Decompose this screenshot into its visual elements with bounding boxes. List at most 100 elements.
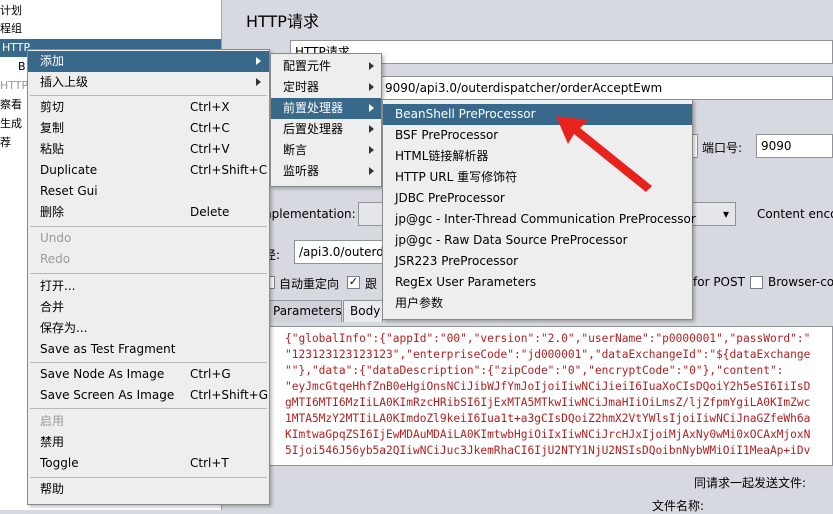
menu-item-copy[interactable]: 复制 Ctrl+C [28,118,269,139]
add-submenu: 配置元件 定时器 前置处理器 后置处理器 断言 监听器 [270,53,382,187]
send-files-label: 同请求一起发送文件: [694,476,807,490]
submenu-item-jsr223-preprocessor[interactable]: JSR223 PreProcessor [383,251,692,272]
tree-item-label: HTTP [0,79,29,92]
tree-item-plan[interactable]: 计划 [0,2,22,20]
menu-divider [30,362,267,363]
tab-parameters[interactable]: Parameters [266,300,342,322]
tree-item-label: 荐 [0,136,11,149]
menu-item-label: 帮助 [40,482,65,496]
body-data-editor[interactable]: {"globalInfo":{"appId":"00","version":"2… [268,326,833,466]
submenu-arrow-icon [256,78,261,86]
tree-item-generate[interactable]: 生成 [0,115,22,133]
menu-shortcut: Ctrl+V [190,142,230,156]
menu-item-duplicate[interactable]: Duplicate Ctrl+Shift+C [28,160,269,181]
submenu-item-postprocessor[interactable]: 后置处理器 [271,119,381,140]
menu-item-save-as[interactable]: 保存为... [28,318,269,339]
menu-divider [30,477,267,478]
submenu-item-preprocessor[interactable]: 前置处理器 [271,98,381,119]
port-field[interactable]: 9090 [756,134,833,158]
code-line: ""},"data":{"dataDescription":{"zipCode"… [285,364,784,377]
menu-item-cut[interactable]: 剪切 Ctrl+X [28,97,269,118]
submenu-item-listener[interactable]: 监听器 [271,161,381,182]
menu-shortcut: Ctrl+G [190,367,231,381]
tree-item-beanshell[interactable]: B [18,58,26,76]
annotation-arrow-icon [556,116,652,192]
menu-item-open[interactable]: 打开... [28,276,269,297]
submenu-arrow-icon [369,62,374,70]
menu-item-save-test-fragment[interactable]: Save as Test Fragment [28,339,269,360]
menu-item-label: 复制 [40,121,65,135]
menu-item-label: 添加 [40,54,65,68]
menu-item-label: 禁用 [40,435,65,449]
tree-item-label: 察看 [0,98,22,111]
tree-item-view-results[interactable]: 察看 [0,96,22,114]
submenu-arrow-icon [256,57,261,65]
menu-item-add[interactable]: 添加 [28,51,269,72]
menu-item-label: jp@gc - Inter-Thread Communication PrePr… [395,212,696,226]
menu-item-label: BSF PreProcessor [395,128,499,142]
tree-item-recommend[interactable]: 荐 [0,134,11,152]
tree-item-thread-group[interactable]: 程组 [0,20,22,38]
browser-compat-checkbox[interactable] [750,276,763,289]
menu-item-label: 保存为... [40,321,88,335]
menu-item-save-node-image[interactable]: Save Node As Image Ctrl+G [28,364,269,385]
submenu-item-raw-data-source[interactable]: jp@gc - Raw Data Source PreProcessor [383,230,692,251]
menu-item-label: Toggle [40,456,79,470]
menu-item-delete[interactable]: 删除 Delete [28,202,269,223]
menu-shortcut: Ctrl+T [190,456,229,470]
submenu-item-regex-user-params[interactable]: RegEx User Parameters [383,272,692,293]
follow-redirect-checkbox[interactable]: ✓ [347,276,360,289]
menu-item-label: Undo [40,231,72,245]
menu-item-disable[interactable]: 禁用 [28,432,269,453]
menu-divider [30,226,267,227]
menu-divider [30,95,267,96]
menu-item-label: 启用 [40,414,65,428]
menu-item-label: Save Screen As Image [40,388,175,402]
submenu-item-assertion[interactable]: 断言 [271,140,381,161]
menu-item-reset-gui[interactable]: Reset Gui [28,181,269,202]
path-field[interactable]: 9090/api3.0/outerdispatcher/orderAcceptE… [380,76,833,100]
submenu-item-config-element[interactable]: 配置元件 [271,56,381,77]
menu-item-label: 配置元件 [283,59,332,73]
menu-item-label: Reset Gui [40,184,98,198]
menu-shortcut: Ctrl+Shift+G [190,388,269,402]
menu-item-label: 用户参数 [395,296,444,310]
menu-divider [30,408,267,409]
menu-shortcut: Delete [190,205,230,219]
menu-item-insert-parent[interactable]: 插入上级 [28,72,269,93]
menu-item-label: 前置处理器 [283,101,344,115]
menu-item-toggle[interactable]: Toggle Ctrl+T [28,453,269,474]
code-line: {"globalInfo":{"appId":"00","version":"2… [285,332,811,345]
submenu-arrow-icon [369,125,374,133]
menu-item-redo[interactable]: Redo [28,249,269,270]
menu-item-save-screen-image[interactable]: Save Screen As Image Ctrl+Shift+G [28,385,269,406]
code-line: "eyJmcGtqeHhfZnB0eHgiOnsNCiJibWJfYmJoIjo… [285,380,811,393]
menu-item-label: JSR223 PreProcessor [395,254,519,268]
menu-item-undo[interactable]: Undo [28,228,269,249]
menu-item-enable[interactable]: 启用 [28,411,269,432]
submenu-arrow-icon [369,104,374,112]
tree-item-http-disabled[interactable]: HTTP [0,77,28,95]
menu-item-label: 合并 [40,300,65,314]
submenu-item-timer[interactable]: 定时器 [271,77,381,98]
submenu-item-user-params[interactable]: 用户参数 [383,293,692,314]
menu-item-label: BeanShell PreProcessor [395,107,536,121]
tree-item-label: 生成 [0,117,22,130]
menu-item-paste[interactable]: 粘贴 Ctrl+V [28,139,269,160]
menu-divider [30,273,267,274]
submenu-item-inter-thread[interactable]: jp@gc - Inter-Thread Communication PrePr… [383,209,696,230]
menu-item-label: JDBC PreProcessor [395,191,505,205]
menu-item-label: 粘贴 [40,142,65,156]
menu-item-label: 定时器 [283,80,320,94]
tab-body[interactable]: Body [343,300,383,322]
menu-item-help[interactable]: 帮助 [28,479,269,500]
tree-item-label: 程组 [0,22,22,35]
submenu-arrow-icon [369,83,374,91]
menu-item-label: HTML链接解析器 [395,149,489,163]
menu-item-label: 打开... [40,279,76,293]
menu-item-merge[interactable]: 合并 [28,297,269,318]
tree-item-label: B [18,60,26,73]
menu-item-label: 删除 [40,205,65,219]
content-encoding-label: Content enco [757,207,833,221]
code-line: KImtwaGpqZSI6IjEwMDAuMDAiLA0KImtwbHgiOiI… [285,428,811,441]
